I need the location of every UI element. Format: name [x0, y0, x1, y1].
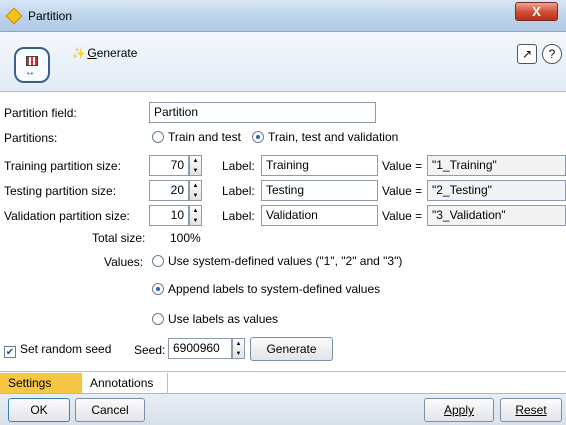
validation-label-input[interactable]: Validation	[261, 205, 378, 226]
generate-seed-button[interactable]: Generate	[250, 337, 333, 361]
generate-menu-label: enerate	[96, 46, 138, 60]
training-label-caption: Label:	[222, 159, 255, 173]
seed-stepper[interactable]: 6900960 ▲ ▼	[168, 338, 248, 359]
seed-label: Seed:	[134, 343, 166, 357]
apply-button[interactable]: Apply	[424, 398, 494, 422]
generate-menu[interactable]: ✨ Generate	[72, 46, 137, 60]
testing-value-field: "2_Testing"	[427, 180, 566, 201]
radio-train-test-validation-label: Train, test and validation	[268, 130, 399, 144]
up-arrow-icon[interactable]: ▲	[190, 181, 201, 191]
radio-labels-as-values-label: Use labels as values	[168, 312, 279, 326]
total-size-label: Total size:	[92, 231, 146, 245]
checkmark-icon: ✔	[4, 346, 16, 358]
stepper-arrows[interactable]: ▲ ▼	[232, 338, 245, 359]
testing-value-caption: Value =	[382, 184, 423, 198]
grid-icon	[26, 56, 38, 66]
generate-mnemonic: G	[87, 46, 97, 60]
training-size-value[interactable]: 70	[149, 155, 189, 176]
up-arrow-icon[interactable]: ▲	[233, 339, 244, 349]
radio-train-and-test-label: Train and test	[168, 130, 241, 144]
validation-value-caption: Value =	[382, 209, 423, 223]
radio-train-test-validation[interactable]: Train, test and validation	[252, 130, 398, 144]
partition-field-input[interactable]: Partition	[149, 102, 376, 123]
set-random-seed-label: Set random seed	[20, 342, 112, 356]
radio-selected-icon	[152, 283, 164, 295]
testing-size-value[interactable]: 20	[149, 180, 189, 201]
sparkle-icon: ✨	[72, 48, 86, 60]
training-label-input[interactable]: Training	[261, 155, 378, 176]
close-button[interactable]: X	[515, 2, 558, 21]
down-arrow-icon[interactable]: ▼	[233, 349, 244, 359]
tab-settings[interactable]: Settings	[0, 373, 82, 394]
down-arrow-icon[interactable]: ▼	[190, 216, 201, 226]
tab-bar: Settings Annotations	[0, 371, 566, 394]
button-bar: OK Cancel Apply Reset	[0, 393, 566, 425]
stepper-arrows[interactable]: ▲ ▼	[189, 180, 202, 201]
arrows-icon: ↔	[25, 67, 35, 78]
seed-value[interactable]: 6900960	[168, 338, 232, 359]
settings-panel: Partition field: Partition Partitions: T…	[0, 93, 566, 371]
open-icon[interactable]: ↗	[517, 44, 537, 64]
stepper-arrows[interactable]: ▲ ▼	[189, 155, 202, 176]
set-random-seed-checkbox[interactable]: ✔ Set random seed	[4, 342, 111, 358]
total-size-value: 100%	[170, 231, 201, 245]
testing-size-label: Testing partition size:	[4, 184, 117, 198]
radio-icon	[152, 255, 164, 267]
partition-field-label: Partition field:	[4, 106, 77, 120]
help-icon[interactable]: ?	[542, 44, 562, 64]
stepper-arrows[interactable]: ▲ ▼	[189, 205, 202, 226]
training-value-field: "1_Training"	[427, 155, 566, 176]
radio-append-labels-label: Append labels to system-defined values	[168, 282, 381, 296]
radio-train-and-test[interactable]: Train and test	[152, 130, 241, 144]
title-bar: Partition X	[0, 0, 566, 32]
partitions-label: Partitions:	[4, 131, 58, 145]
testing-label-input[interactable]: Testing	[261, 180, 378, 201]
radio-system-values[interactable]: Use system-defined values ("1", "2" and …	[152, 254, 402, 268]
toolbar: ↔ ✨ Generate ↗ ?	[0, 32, 566, 92]
ok-button[interactable]: OK	[8, 398, 70, 422]
radio-append-labels[interactable]: Append labels to system-defined values	[152, 282, 380, 296]
cancel-button[interactable]: Cancel	[75, 398, 145, 422]
radio-selected-icon	[252, 131, 264, 143]
radio-labels-as-values[interactable]: Use labels as values	[152, 312, 278, 326]
radio-icon	[152, 313, 164, 325]
radio-system-values-label: Use system-defined values ("1", "2" and …	[168, 254, 403, 268]
validation-size-label: Validation partition size:	[4, 209, 130, 223]
values-label: Values:	[104, 255, 144, 269]
tab-annotations[interactable]: Annotations	[82, 373, 168, 394]
testing-label-caption: Label:	[222, 184, 255, 198]
reset-button[interactable]: Reset	[500, 398, 562, 422]
window-title: Partition	[28, 9, 73, 23]
down-arrow-icon[interactable]: ▼	[190, 191, 201, 201]
training-value-caption: Value =	[382, 159, 423, 173]
up-arrow-icon[interactable]: ▲	[190, 156, 201, 166]
app-diamond-icon	[5, 7, 23, 25]
partition-node-icon: ↔	[14, 47, 50, 83]
validation-label-caption: Label:	[222, 209, 255, 223]
up-arrow-icon[interactable]: ▲	[190, 206, 201, 216]
training-size-label: Training partition size:	[4, 159, 121, 173]
validation-value-field: "3_Validation"	[427, 205, 566, 226]
down-arrow-icon[interactable]: ▼	[190, 166, 201, 176]
radio-icon	[152, 131, 164, 143]
validation-size-value[interactable]: 10	[149, 205, 189, 226]
